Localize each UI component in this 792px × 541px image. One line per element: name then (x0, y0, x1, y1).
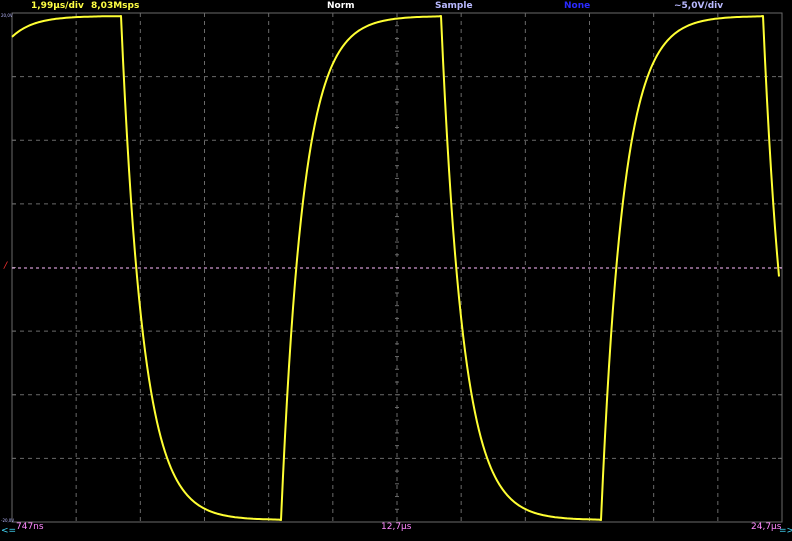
end-time-readout: 24,7µs (751, 522, 782, 532)
top-voltage-marker: 20,0V (1, 13, 13, 18)
scroll-right-arrow-icon[interactable]: => (779, 526, 792, 537)
bottom-voltage-marker: -20,0V (1, 518, 15, 523)
math-channel-readout[interactable]: None (564, 1, 590, 12)
start-time-readout: 747ns (16, 522, 44, 532)
acquisition-mode-readout[interactable]: Sample (435, 1, 473, 12)
waveform-display (11, 15, 782, 521)
center-time-readout: 12,7µs (381, 522, 412, 532)
sample-rate-readout: 8,03Msps (91, 1, 140, 11)
trigger-mode-readout[interactable]: Norm (327, 1, 355, 12)
channel-scale-readout[interactable]: ~5,0V/div (674, 1, 723, 12)
oscilloscope-screen: 1,99µs/div 8,03Msps Norm Sample None ~5,… (0, 0, 792, 541)
trigger-level-marker-icon[interactable]: / (4, 261, 7, 271)
timebase-readout[interactable]: 1,99µs/div (31, 1, 84, 12)
scroll-left-arrow-icon[interactable]: <= (1, 526, 16, 537)
